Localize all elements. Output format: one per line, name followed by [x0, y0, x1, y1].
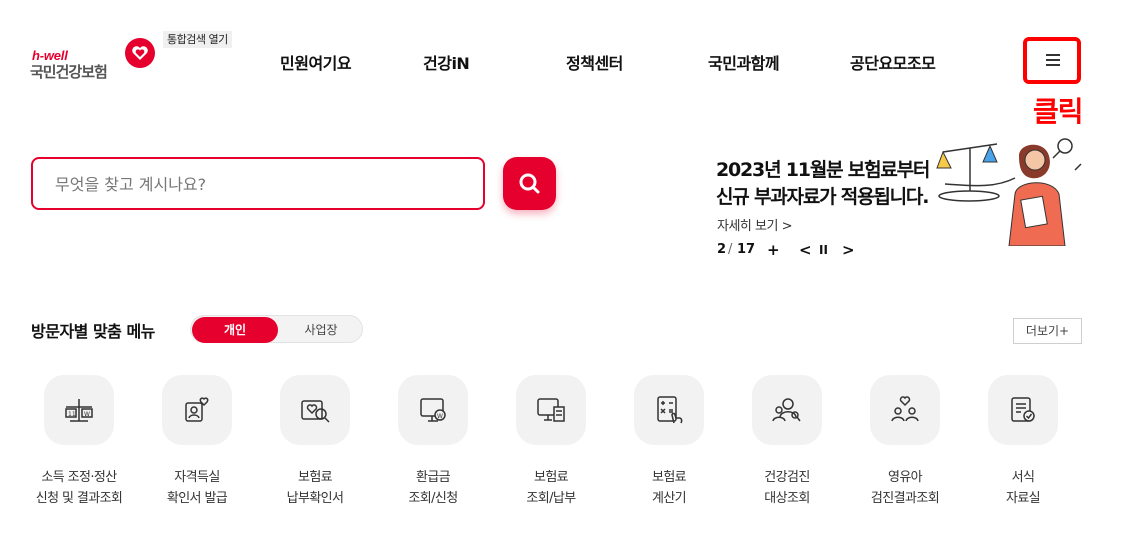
site-logo[interactable]: h-well 국민건강보험 — [30, 34, 165, 84]
monitor-won-icon: W — [420, 398, 446, 422]
nav-item-health-in[interactable]: 건강iN — [423, 50, 470, 74]
search-input[interactable] — [55, 171, 455, 197]
service-item-label: 자격득실 확인서 발급 — [166, 470, 228, 506]
click-annotation: 클릭 — [1033, 95, 1084, 128]
visitor-type-toggle: 개인 사업장 — [190, 315, 363, 343]
service-item-income-adjustment[interactable]: 11 W 소득 조정·정산 신청 및 결과조회 — [14, 375, 144, 515]
service-item-label: 보험료 조회/납부 — [526, 470, 576, 506]
family-heart-icon — [891, 396, 919, 422]
service-item-forms-library[interactable]: 서식 자료실 — [958, 375, 1088, 515]
search-box — [31, 157, 485, 210]
svg-text:11: 11 — [68, 411, 76, 418]
logo-title: 국민건강보험 — [30, 63, 108, 81]
integrated-search-open-button[interactable]: 통합검색 열기 — [163, 31, 232, 48]
scale-icon: 11 W — [65, 399, 93, 422]
service-item-label: 소득 조정·정산 신청 및 결과조회 — [35, 470, 123, 506]
banner-more-link[interactable]: 자세히 보기 > — [717, 215, 792, 234]
nav-item-about-agency[interactable]: 공단요모조모 — [850, 50, 936, 74]
visitor-menu-title: 방문자별 맞춤 메뉴 — [31, 322, 155, 341]
people-search-icon — [772, 398, 801, 422]
banner-prev-button[interactable]: < — [799, 241, 812, 259]
service-item-label: 서식 자료실 — [1005, 470, 1041, 506]
service-item-label: 영유아 검진결과조회 — [870, 470, 940, 506]
service-item-premium-payment-confirmation[interactable]: 보험료 납부확인서 — [250, 375, 380, 515]
banner-pause-button[interactable]: II — [819, 243, 828, 257]
service-item-infant-checkup-results[interactable]: 영유아 검진결과조회 — [840, 375, 970, 515]
search-icon — [519, 173, 540, 194]
heart-search-icon — [301, 400, 330, 423]
svg-text:W: W — [84, 411, 90, 418]
visitor-menu-more-button[interactable]: 더보기+ — [1013, 318, 1082, 344]
service-item-label: 보험료 납부확인서 — [286, 470, 344, 506]
service-item-health-checkup-target[interactable]: 건강검진 대상조회 — [722, 375, 852, 515]
banner-page-total: 17 — [737, 242, 756, 257]
tab-business[interactable]: 사업장 — [279, 316, 363, 344]
banner-view-all-button[interactable]: + — [767, 241, 780, 259]
form-check-icon — [1011, 397, 1035, 422]
service-item-refund[interactable]: W 환급금 조회/신청 — [368, 375, 498, 515]
person-heart-icon — [185, 397, 209, 422]
banner-title-line-2[interactable]: 신규 부과자료가 적용됩니다. — [716, 182, 929, 209]
service-item-label: 보험료 계산기 — [651, 470, 687, 506]
nav-item-civil-service[interactable]: 민원여기요 — [280, 50, 352, 74]
heart-logo-icon — [125, 38, 155, 68]
calculator-icon — [657, 396, 683, 424]
nav-item-with-citizens[interactable]: 국민과함께 — [708, 50, 780, 74]
banner-page-current: 2 — [717, 242, 727, 257]
service-item-premium-calculator[interactable]: 보험료 계산기 — [604, 375, 734, 515]
svg-text:W: W — [437, 413, 443, 420]
search-button[interactable] — [503, 157, 556, 210]
woman-scale-illustration — [936, 138, 1082, 246]
service-item-label: 건강검진 대상조회 — [764, 470, 810, 506]
service-item-eligibility-certificate[interactable]: 자격득실 확인서 발급 — [132, 375, 262, 515]
all-menu-button[interactable] — [1023, 37, 1081, 84]
banner-next-button[interactable]: > — [842, 241, 855, 259]
nav-item-policy-center[interactable]: 정책센터 — [566, 50, 623, 74]
banner-title-line-1[interactable]: 2023년 11월분 보험료부터 — [716, 155, 930, 182]
service-item-premium-inquiry-payment[interactable]: 보험료 조회/납부 — [486, 375, 616, 515]
tab-personal[interactable]: 개인 — [192, 317, 278, 343]
service-item-label: 환급금 조회/신청 — [408, 470, 458, 506]
hamburger-menu-icon — [1046, 54, 1060, 66]
monitor-document-icon — [537, 398, 565, 422]
